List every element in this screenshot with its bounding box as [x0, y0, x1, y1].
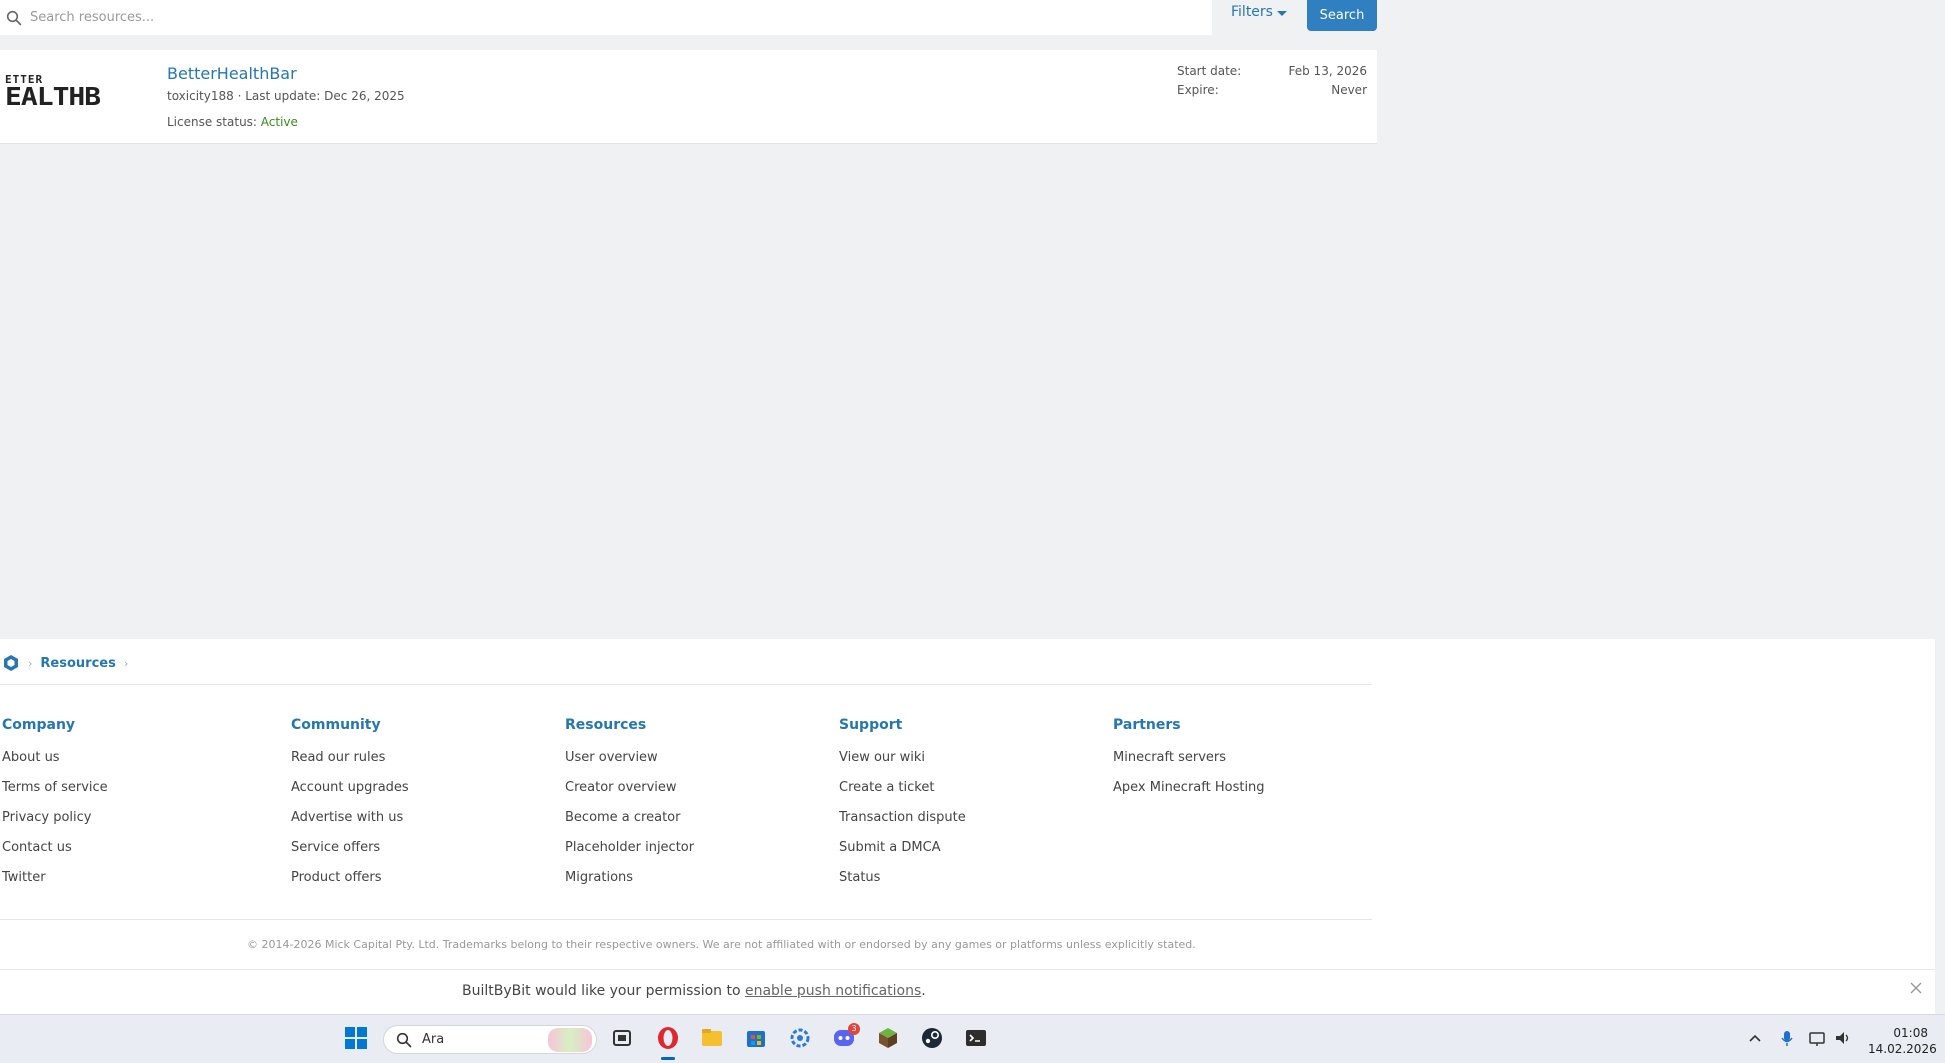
footer-column-partners: Partners Minecraft servers Apex Minecraf…	[1113, 717, 1265, 810]
search-input[interactable]	[30, 10, 1180, 25]
license-status-value: Active	[260, 115, 298, 129]
footer-link-product-offers[interactable]: Product offers	[291, 870, 409, 900]
breadcrumb-separator: ›	[123, 656, 129, 670]
clock-time: 01:08	[1893, 1026, 1928, 1040]
footer-heading: Company	[2, 717, 76, 733]
author-link[interactable]: toxicity188	[167, 89, 234, 103]
search-icon	[6, 10, 22, 25]
footer-link-creator-overview[interactable]: Creator overview	[565, 780, 694, 810]
footer-link-contact[interactable]: Contact us	[2, 840, 108, 870]
taskbar-search[interactable]: Ara	[383, 1025, 597, 1054]
notice-prefix: BuiltByBit would like your permission to	[462, 983, 745, 999]
footer-heading: Partners	[1113, 717, 1181, 733]
footer-link-ticket[interactable]: Create a ticket	[839, 780, 966, 810]
file-explorer-icon[interactable]	[699, 1025, 725, 1051]
footer-link-wiki[interactable]: View our wiki	[839, 750, 966, 780]
footer-link-upgrades[interactable]: Account upgrades	[291, 780, 409, 810]
divider	[0, 919, 1372, 920]
meta-separator: ·	[233, 89, 246, 103]
footer-heading: Community	[291, 717, 381, 733]
license-status: License status: Active	[167, 115, 298, 129]
filters-label: Filters	[1231, 4, 1273, 20]
footer-link-user-overview[interactable]: User overview	[565, 750, 694, 780]
system-clock[interactable]: 01:08 14.02.2026	[1868, 1025, 1937, 1057]
microsoft-store-icon[interactable]	[743, 1025, 769, 1051]
footer-link-terms[interactable]: Terms of service	[2, 780, 108, 810]
terminal-icon[interactable]	[963, 1025, 989, 1051]
footer-link-advertise[interactable]: Advertise with us	[291, 810, 409, 840]
footer: › Resources › Company About us Terms of …	[0, 639, 1935, 969]
footer-link-rules[interactable]: Read our rules	[291, 750, 409, 780]
footer-link-minecraft-servers[interactable]: Minecraft servers	[1113, 750, 1265, 780]
clock-date: 14.02.2026	[1868, 1042, 1937, 1056]
resource-meta: toxicity188 · Last update: Dec 26, 2025	[167, 89, 405, 103]
footer-heading: Support	[839, 717, 903, 733]
expire-row: Expire: Never	[1177, 83, 1367, 102]
license-label: License status:	[167, 115, 261, 129]
footer-link-status[interactable]: Status	[839, 870, 966, 900]
discord-notification-badge: 3	[848, 1023, 860, 1035]
footer-link-dmca[interactable]: Submit a DMCA	[839, 840, 966, 870]
resource-logo[interactable]: ETTER EALTHB	[5, 74, 149, 114]
footer-column-support: Support View our wiki Create a ticket Tr…	[839, 717, 966, 900]
start-date-row: Start date: Feb 13, 2026	[1177, 64, 1367, 83]
search-highlight-icon	[548, 1028, 592, 1052]
microphone-icon[interactable]	[1777, 1025, 1797, 1051]
breadcrumb-resources[interactable]: Resources	[40, 656, 115, 671]
search-button[interactable]: Search	[1307, 0, 1377, 31]
footer-column-company: Company About us Terms of service Privac…	[2, 717, 108, 900]
taskbar-search-text: Ara	[422, 1032, 445, 1047]
footer-link-twitter[interactable]: Twitter	[2, 870, 108, 900]
chevron-up-icon[interactable]	[1745, 1025, 1765, 1051]
copyright-text: © 2014-2026 Mick Capital Pty. Ltd. Trade…	[247, 938, 1196, 951]
enable-push-link[interactable]: enable push notifications	[745, 983, 921, 999]
start-date-value: Feb 13, 2026	[1288, 64, 1368, 78]
minecraft-icon[interactable]	[875, 1025, 901, 1051]
expire-value: Never	[1331, 83, 1367, 97]
footer-column-community: Community Read our rules Account upgrade…	[291, 717, 409, 900]
resource-title-link[interactable]: BetterHealthBar	[167, 64, 297, 83]
footer-link-dispute[interactable]: Transaction dispute	[839, 810, 966, 840]
notice-message: BuiltByBit would like your permission to…	[462, 983, 926, 999]
search-icon	[396, 1032, 412, 1047]
start-date-label: Start date:	[1177, 64, 1242, 78]
settings-gear-icon[interactable]	[787, 1025, 813, 1051]
steam-icon[interactable]	[919, 1025, 945, 1051]
logo-text-big: EALTHB	[5, 81, 101, 112]
footer-link-migrations[interactable]: Migrations	[565, 870, 694, 900]
last-update-value: Dec 26, 2025	[324, 89, 405, 103]
task-view-icon[interactable]	[609, 1025, 635, 1051]
footer-column-resources: Resources User overview Creator overview…	[565, 717, 694, 900]
footer-link-placeholder-injector[interactable]: Placeholder injector	[565, 840, 694, 870]
footer-link-apex-hosting[interactable]: Apex Minecraft Hosting	[1113, 780, 1265, 810]
close-icon[interactable]	[1908, 980, 1924, 996]
footer-heading: Resources	[565, 717, 647, 733]
footer-link-service-offers[interactable]: Service offers	[291, 840, 409, 870]
footer-link-about-us[interactable]: About us	[2, 750, 108, 780]
caret-down-icon	[1276, 10, 1287, 16]
divider	[0, 684, 1372, 685]
resource-card: ETTER EALTHB BetterHealthBar toxicity188…	[0, 50, 1377, 144]
breadcrumb: › Resources ›	[2, 654, 128, 672]
notice-suffix: .	[921, 983, 926, 999]
filters-dropdown[interactable]: Filters	[1231, 4, 1287, 20]
page-scrollbar[interactable]	[1935, 0, 1945, 1014]
windows-start-icon[interactable]	[343, 1025, 369, 1051]
volume-icon[interactable]	[1833, 1025, 1853, 1051]
breadcrumb-separator: ›	[28, 656, 33, 670]
expire-label: Expire:	[1177, 83, 1219, 97]
footer-link-become-creator[interactable]: Become a creator	[565, 810, 694, 840]
last-update-label: Last update:	[245, 89, 325, 103]
license-dates: Start date: Feb 13, 2026 Expire: Never	[1177, 64, 1367, 102]
active-app-indicator	[661, 1057, 675, 1060]
home-cube-icon[interactable]	[2, 654, 20, 672]
push-notification-banner: BuiltByBit would like your permission to…	[0, 969, 1935, 1014]
network-icon[interactable]	[1807, 1025, 1827, 1051]
opera-browser-icon[interactable]	[655, 1025, 681, 1051]
taskbar: Ara 3 01:08 14.02.2026	[0, 1014, 1945, 1063]
footer-link-privacy[interactable]: Privacy policy	[2, 810, 108, 840]
search-bar	[0, 0, 1212, 35]
